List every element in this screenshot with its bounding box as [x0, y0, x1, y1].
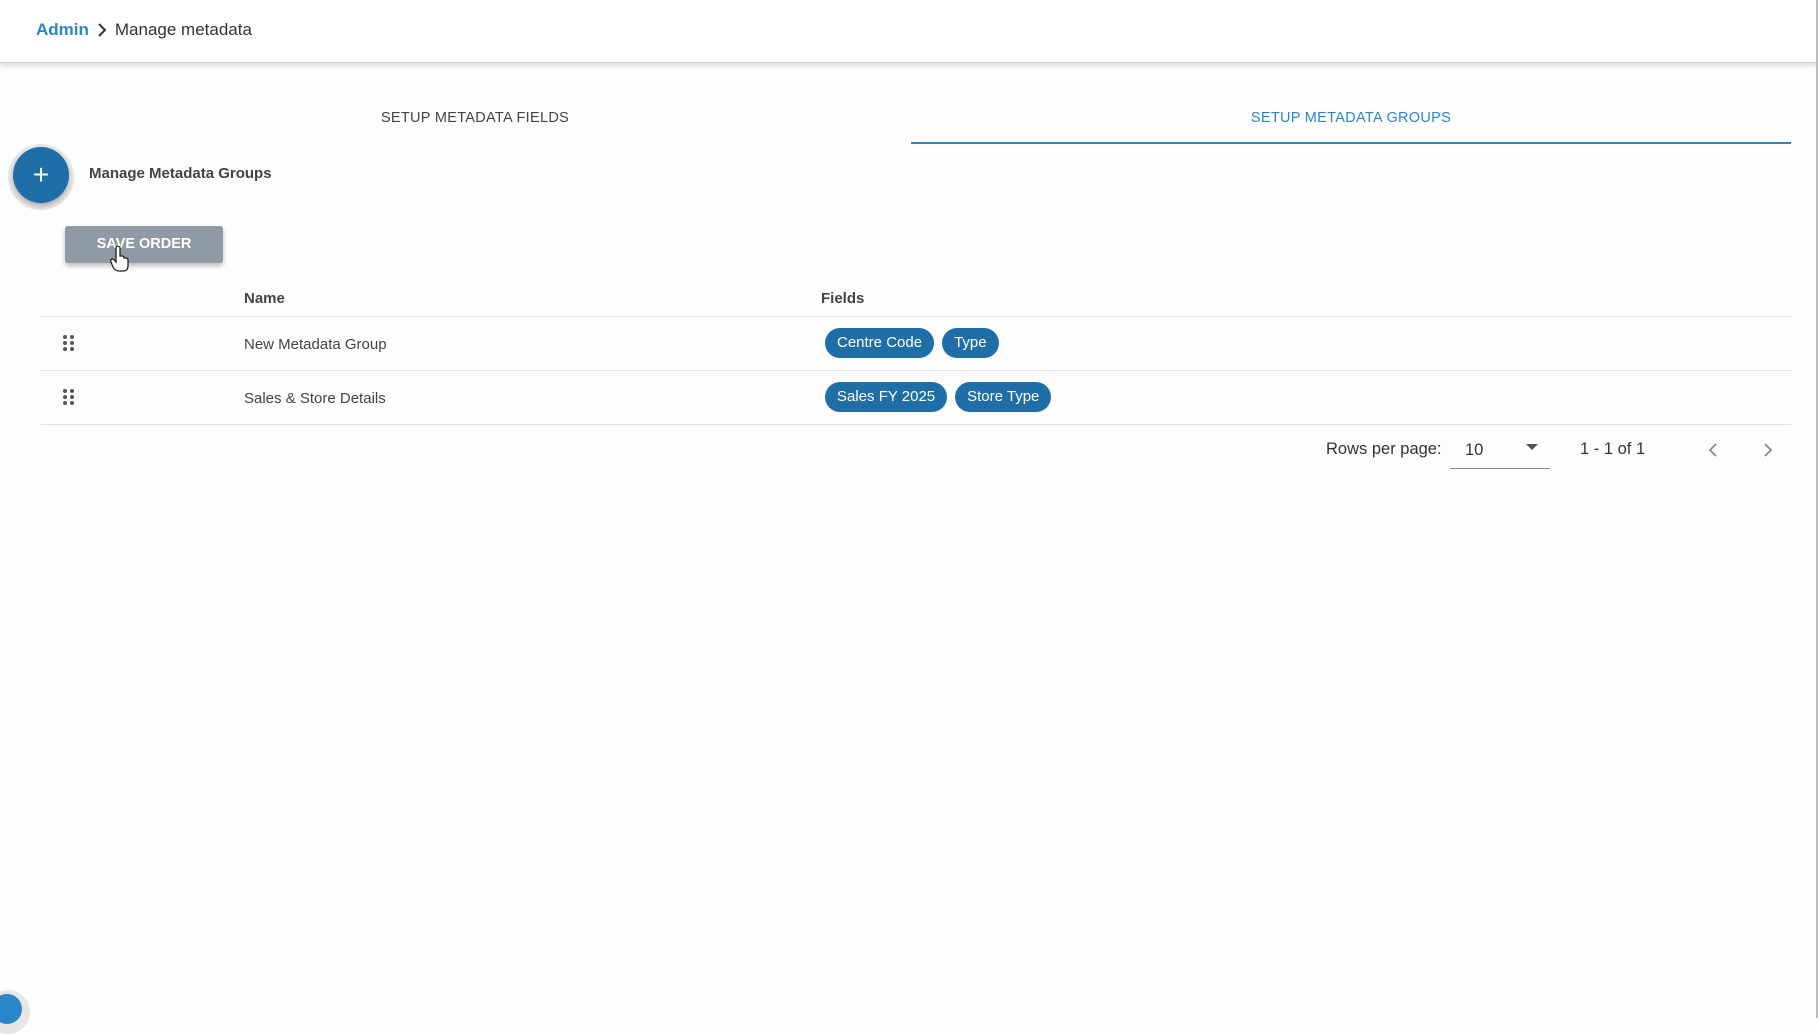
field-chip[interactable]: Centre Code: [825, 328, 935, 358]
field-chip[interactable]: Type: [942, 328, 999, 358]
chat-icon: [0, 994, 22, 1024]
previous-page-icon[interactable]: [1702, 438, 1726, 462]
column-header-name[interactable]: Name: [244, 290, 285, 307]
table-header: Name Fields: [41, 278, 1791, 317]
next-page-icon[interactable]: [1755, 438, 1779, 462]
field-chip[interactable]: Sales FY 2025: [825, 382, 948, 412]
page-range: 1 - 1 of 1: [1580, 440, 1646, 458]
drag-handle-icon[interactable]: [62, 334, 76, 352]
group-fields: Sales FY 2025 Store Type: [825, 382, 1052, 412]
metadata-groups-table: Name Fields New Metadata Group Centre Co…: [41, 278, 1791, 425]
pagination: Rows per page: 10 1 - 1 of 1: [0, 432, 1818, 472]
tab-setup-metadata-fields[interactable]: SETUP METADATA FIELDS: [36, 96, 914, 142]
rows-per-page-value: 10: [1465, 441, 1484, 459]
tab-bar: SETUP METADATA FIELDS SETUP METADATA GRO…: [0, 96, 1792, 144]
drag-handle-icon[interactable]: [62, 388, 76, 406]
chevron-right-icon: [97, 23, 107, 37]
column-header-fields[interactable]: Fields: [821, 290, 864, 307]
plus-icon: +: [32, 159, 50, 190]
group-fields: Centre Code Type: [825, 328, 999, 358]
section-title: Manage Metadata Groups: [89, 165, 272, 182]
help-widget-button[interactable]: [0, 990, 30, 1034]
hand-cursor-icon: [110, 246, 129, 272]
top-bar: Admin Manage metadata: [0, 0, 1818, 63]
group-name: New Metadata Group: [244, 336, 387, 353]
add-group-button-halo: +: [8, 144, 74, 210]
table-row[interactable]: New Metadata Group Centre Code Type: [41, 317, 1791, 371]
rows-per-page-label: Rows per page:: [1326, 440, 1442, 458]
breadcrumb-current: Manage metadata: [114, 20, 252, 39]
rows-per-page-select[interactable]: 10: [1450, 432, 1550, 469]
save-order-button[interactable]: SAVE ORDER: [65, 226, 223, 263]
tab-setup-metadata-groups[interactable]: SETUP METADATA GROUPS: [911, 96, 1791, 144]
dropdown-arrow-icon: [1526, 444, 1538, 450]
breadcrumb-admin-link[interactable]: Admin: [36, 20, 89, 40]
group-name: Sales & Store Details: [244, 390, 386, 407]
add-group-button[interactable]: +: [13, 147, 69, 203]
field-chip[interactable]: Store Type: [955, 382, 1052, 412]
table-row[interactable]: Sales & Store Details Sales FY 2025 Stor…: [41, 371, 1791, 425]
breadcrumb: Admin Manage metadata: [36, 20, 252, 40]
